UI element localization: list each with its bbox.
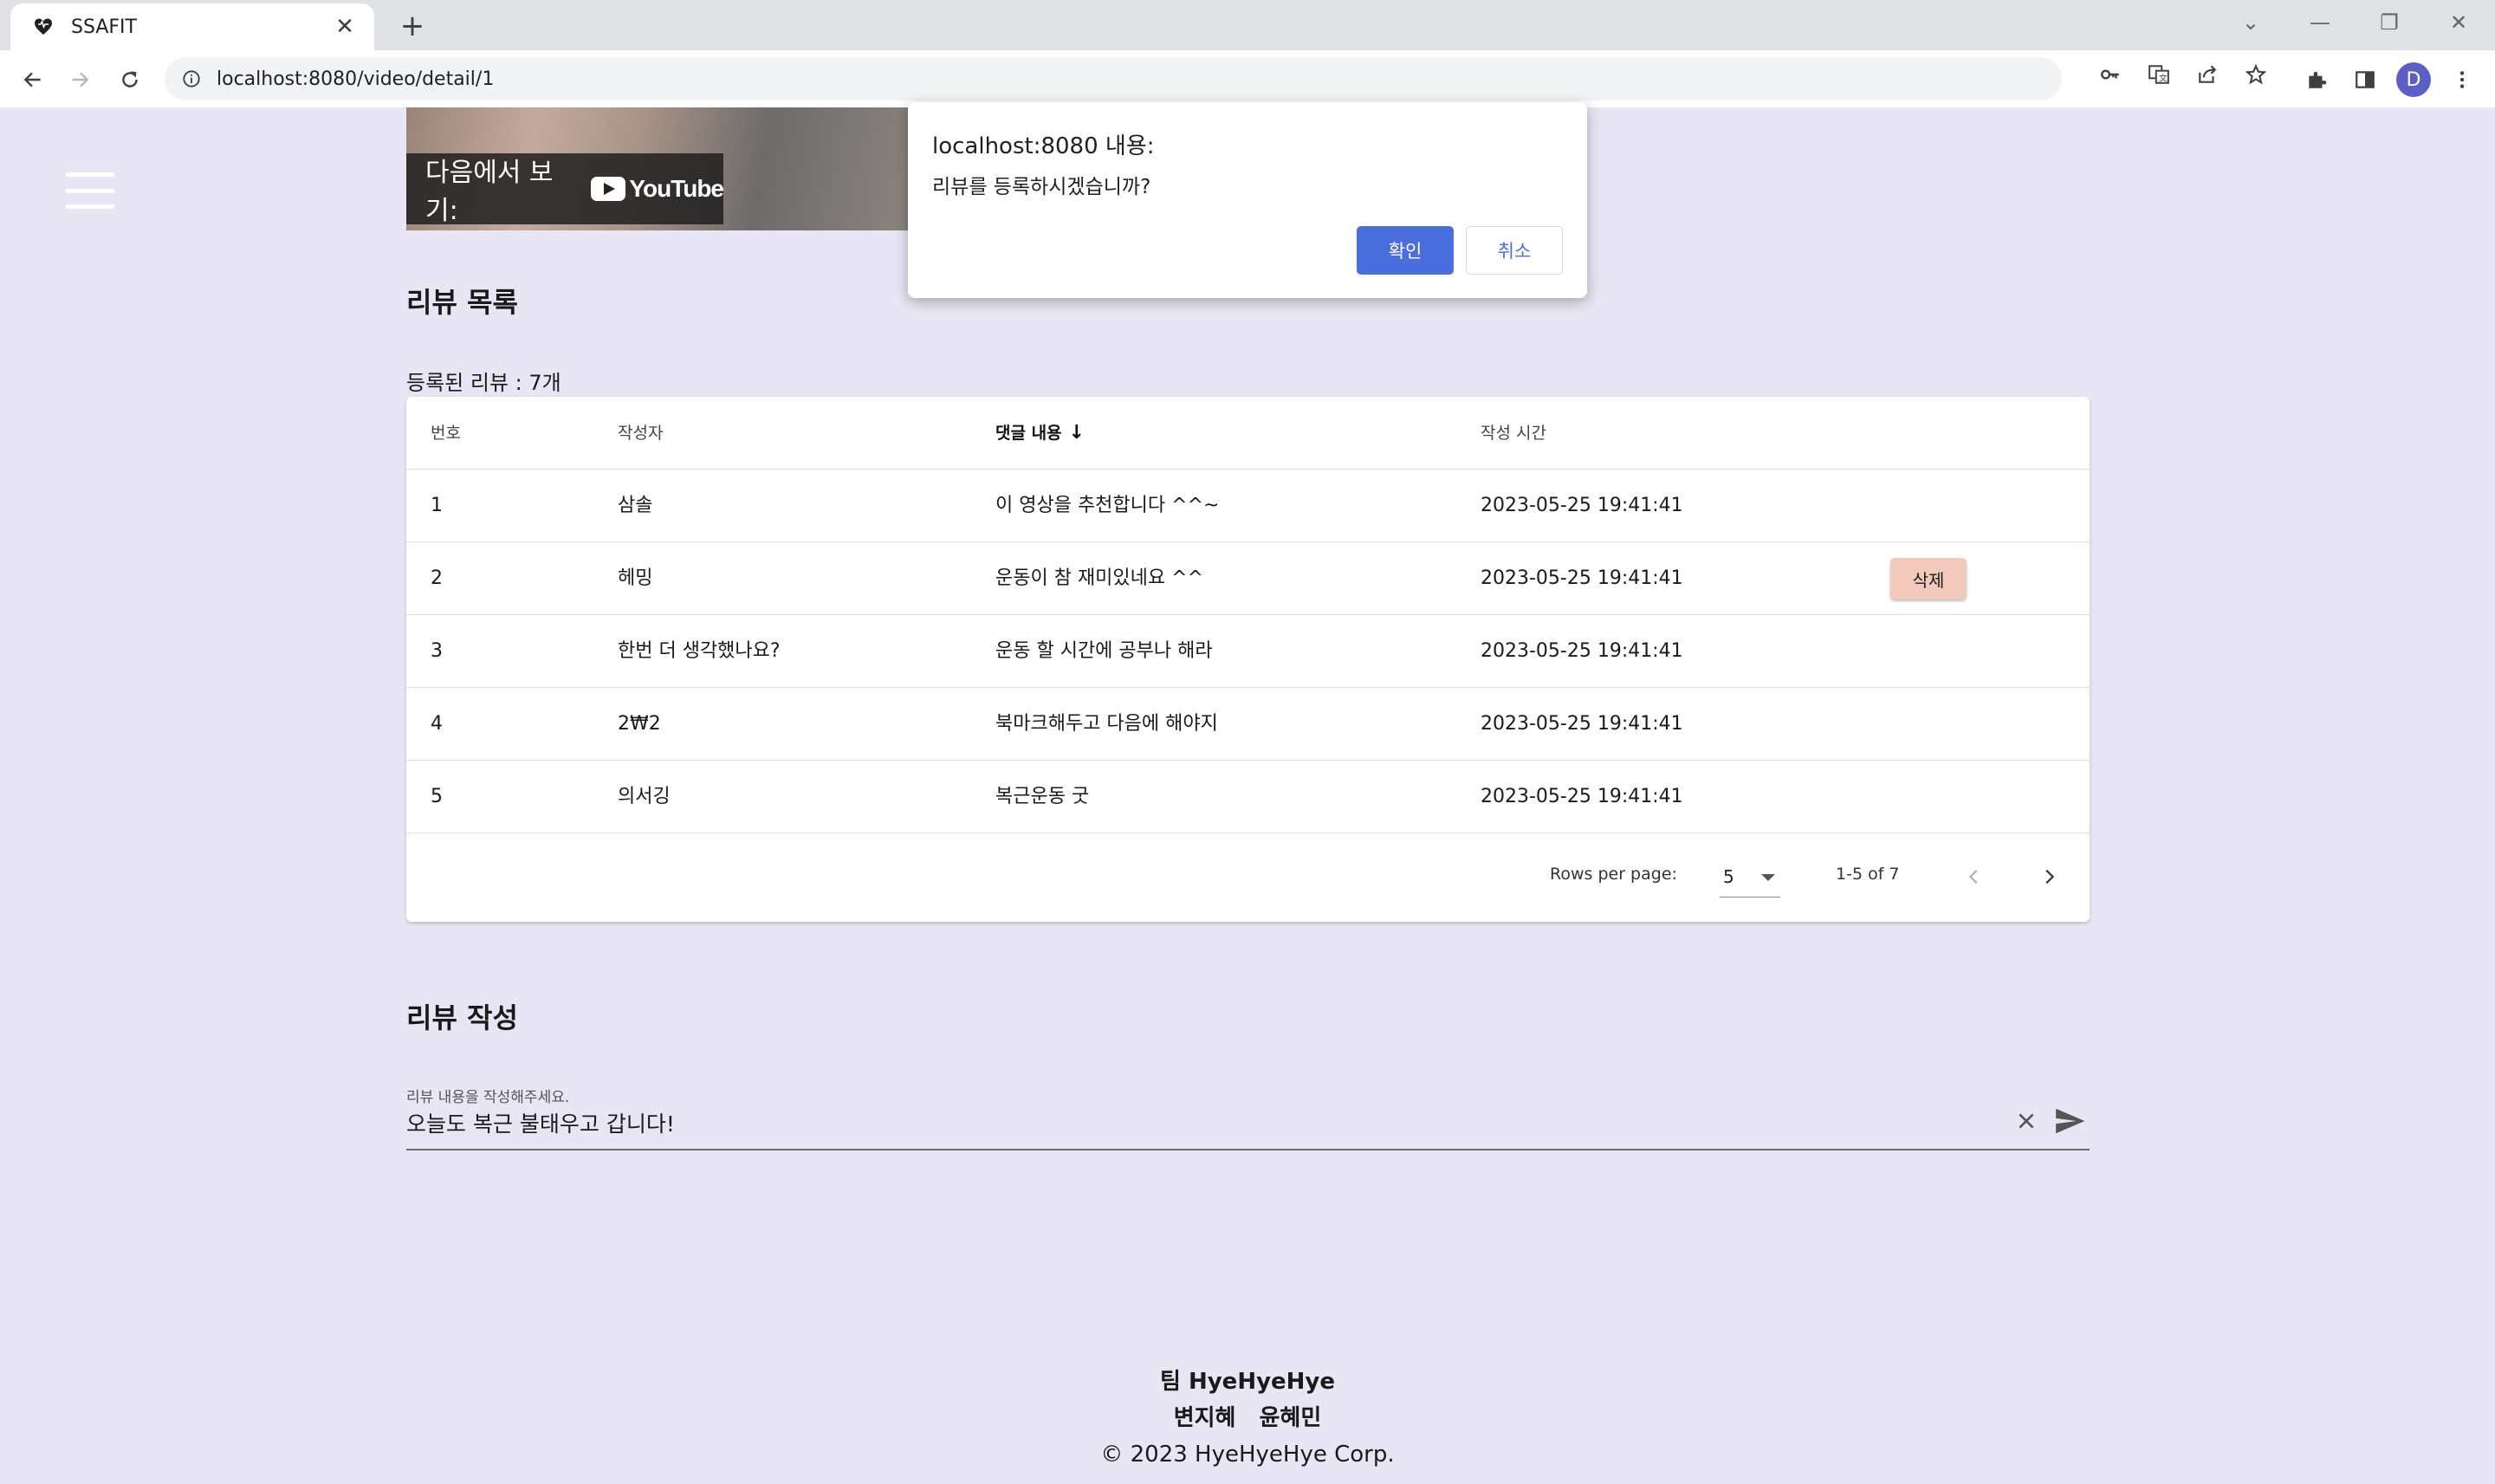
dialog-message: 리뷰를 등록하시겠습니까? xyxy=(932,176,1151,198)
send-icon[interactable] xyxy=(2051,1102,2089,1140)
rows-per-page-select[interactable]: 5 xyxy=(1720,856,1780,898)
row-content: 운동이 참 재미있네요 ^^ xyxy=(995,567,1204,589)
rows-per-page-value: 5 xyxy=(1723,866,1734,887)
table-row: 3 한번 더 생각했나요? 운동 할 시간에 공부나 해라 2023-05-25… xyxy=(406,615,2090,688)
review-count: 등록된 리뷰 : 7개 xyxy=(406,371,561,395)
browser-tab[interactable]: SSAFIT ✕ xyxy=(10,3,374,50)
review-table: 번호 작성자 댓글 내용 ↓ 작성 시간 1 삼솔 이 영상을 추천합니다 ^^… xyxy=(406,397,2090,922)
restore-icon[interactable]: ❐ xyxy=(2363,5,2415,40)
row-writer: 의서깅 xyxy=(618,786,671,807)
footer-copyright: © 2023 HyeHyeHye Corp. xyxy=(1100,1442,1395,1468)
kebab-menu-icon[interactable] xyxy=(2443,61,2481,99)
youtube-play-icon xyxy=(591,177,626,201)
browser-chrome: SSAFIT ✕ + ⌄ — ❐ ✕ localhost:8080/video/… xyxy=(0,0,2495,107)
svg-text:文: 文 xyxy=(2159,73,2168,84)
column-header-content-label: 댓글 내용 xyxy=(995,424,1062,443)
review-write-title: 리뷰 작성 xyxy=(406,1001,518,1034)
row-content: 이 영상을 추천합니다 ^^~ xyxy=(995,495,1220,516)
row-content: 운동 할 시간에 공부나 해라 xyxy=(995,640,1213,662)
review-field-value[interactable]: 오늘도 복근 불태우고 갑니다! xyxy=(406,1107,675,1138)
row-time: 2023-05-25 19:41:41 xyxy=(1481,786,1683,807)
confirm-dialog: localhost:8080 내용: 리뷰를 등록하시겠습니까? 확인 취소 xyxy=(908,102,1587,298)
confirm-cancel-button[interactable]: 취소 xyxy=(1466,226,1563,275)
sort-arrow-down-icon: ↓ xyxy=(1068,422,1085,444)
clear-icon[interactable] xyxy=(2009,1104,2044,1138)
row-content: 북마크해두고 다음에 해야지 xyxy=(995,713,1218,735)
row-number: 2 xyxy=(431,567,443,589)
watch-on-youtube-link[interactable]: 다음에서 보기: YouTube xyxy=(406,153,724,226)
window-close-icon[interactable]: ✕ xyxy=(2433,5,2485,40)
footer-team: 팀 HyeHyeHye xyxy=(1160,1369,1335,1395)
share-icon[interactable] xyxy=(2190,57,2225,92)
row-time: 2023-05-25 19:41:41 xyxy=(1481,713,1683,735)
previous-page-chevron-icon[interactable] xyxy=(1954,856,1995,898)
dialog-title: localhost:8080 내용: xyxy=(932,133,1155,159)
tab-close-icon[interactable]: ✕ xyxy=(329,14,360,40)
review-textfield[interactable]: 리뷰 내용을 작성해주세요. 오늘도 복근 불태우고 갑니다! xyxy=(406,1085,2090,1150)
dropdown-caret-icon xyxy=(1761,874,1775,881)
rows-per-page-label: Rows per page: xyxy=(1550,865,1677,884)
row-time: 2023-05-25 19:41:41 xyxy=(1481,567,1683,589)
delete-review-button[interactable]: 삭제 xyxy=(1890,558,1967,599)
column-header-time[interactable]: 작성 시간 xyxy=(1481,397,1546,470)
page-range: 1-5 of 7 xyxy=(1836,865,1900,884)
table-row: 1 삼솔 이 영상을 추천합니다 ^^~ 2023-05-25 19:41:41 xyxy=(406,470,2090,542)
table-pagination: Rows per page: 5 1-5 of 7 xyxy=(406,833,2090,922)
row-content: 복근운동 굿 xyxy=(995,786,1090,807)
table-row: 5 의서깅 복근운동 굿 2023-05-25 19:41:41 xyxy=(406,761,2090,833)
youtube-wordmark: YouTube xyxy=(629,175,724,202)
row-number: 3 xyxy=(431,640,443,662)
table-row: 2 헤밍 운동이 참 재미있네요 ^^ 2023-05-25 19:41:41 … xyxy=(406,542,2090,615)
watch-on-label: 다음에서 보기: xyxy=(425,158,554,226)
url-text: localhost:8080/video/detail/1 xyxy=(217,68,495,90)
row-writer: 삼솔 xyxy=(618,495,653,516)
review-field-label: 리뷰 내용을 작성해주세요. xyxy=(406,1089,570,1106)
address-bar[interactable]: localhost:8080/video/detail/1 xyxy=(165,57,2062,100)
row-number: 5 xyxy=(431,786,443,807)
row-time: 2023-05-25 19:41:41 xyxy=(1481,495,1683,516)
tab-title: SSAFIT xyxy=(71,16,137,38)
next-page-chevron-icon[interactable] xyxy=(2028,856,2070,898)
youtube-video-embed[interactable]: 다음에서 보기: YouTube xyxy=(406,107,909,230)
row-writer: 2₩2 xyxy=(618,713,661,735)
page-content: 다음에서 보기: YouTube 리뷰 목록 등록된 리뷰 : 7개 번호 작성… xyxy=(0,107,2495,1484)
row-number: 1 xyxy=(431,495,443,516)
extensions-puzzle-icon[interactable] xyxy=(2297,61,2336,99)
browser-toolbar: localhost:8080/video/detail/1 文 D xyxy=(0,50,2495,107)
hamburger-menu-icon[interactable] xyxy=(66,172,114,209)
row-writer: 한번 더 생각했나요? xyxy=(618,640,781,662)
row-number: 4 xyxy=(431,713,443,735)
review-list-title: 리뷰 목록 xyxy=(406,286,518,319)
translate-icon[interactable]: 文 xyxy=(2142,57,2176,92)
footer: 팀 HyeHyeHye 변지혜 윤혜민 © 2023 HyeHyeHye Cor… xyxy=(0,1364,2495,1473)
site-info-icon[interactable] xyxy=(180,68,203,90)
table-header: 번호 작성자 댓글 내용 ↓ 작성 시간 xyxy=(406,397,2090,470)
key-icon[interactable] xyxy=(2093,57,2128,92)
reload-icon[interactable] xyxy=(111,61,149,99)
row-writer: 헤밍 xyxy=(618,567,653,589)
column-header-number[interactable]: 번호 xyxy=(431,397,461,470)
side-panel-icon[interactable] xyxy=(2346,61,2384,99)
tab-search-chevron-icon[interactable]: ⌄ xyxy=(2225,5,2277,40)
row-time: 2023-05-25 19:41:41 xyxy=(1481,640,1683,662)
minimize-icon[interactable]: — xyxy=(2294,5,2346,40)
column-header-writer[interactable]: 작성자 xyxy=(618,397,663,470)
footer-members: 변지혜 윤혜민 xyxy=(1173,1405,1322,1431)
tab-strip: SSAFIT ✕ + ⌄ — ❐ ✕ xyxy=(0,0,2495,50)
forward-icon[interactable] xyxy=(61,61,99,99)
star-icon[interactable] xyxy=(2239,57,2273,92)
profile-avatar[interactable]: D xyxy=(2396,62,2431,97)
heart-favicon-icon xyxy=(31,15,55,39)
youtube-logo-icon: YouTube xyxy=(591,175,724,203)
new-tab-plus-icon[interactable]: + xyxy=(393,7,431,45)
table-row: 4 2₩2 북마크해두고 다음에 해야지 2023-05-25 19:41:41 xyxy=(406,688,2090,761)
confirm-ok-button[interactable]: 확인 xyxy=(1357,226,1454,275)
column-header-content[interactable]: 댓글 내용 ↓ xyxy=(995,397,1085,470)
back-icon[interactable] xyxy=(14,61,52,99)
